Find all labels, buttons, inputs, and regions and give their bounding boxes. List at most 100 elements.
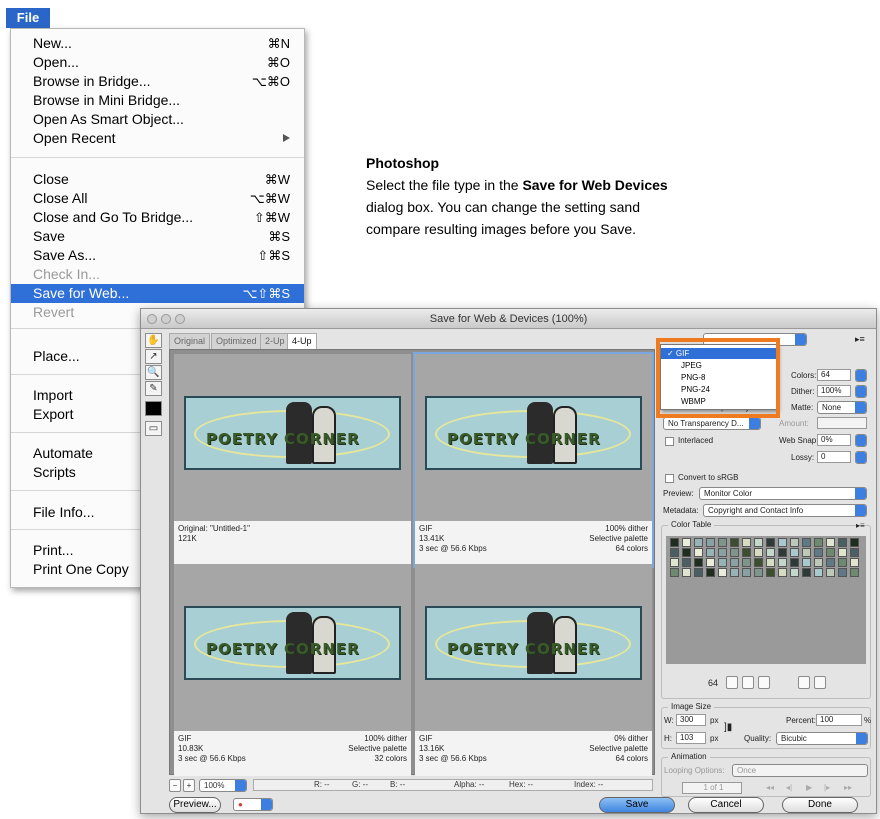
color-swatch[interactable] — [742, 568, 751, 577]
menu-item-close-all[interactable]: Close All ⌥⌘W — [11, 189, 304, 208]
lossy-select[interactable] — [855, 451, 867, 464]
color-swatch[interactable] — [850, 558, 859, 567]
metadata-select[interactable]: Copyright and Contact Info — [703, 504, 867, 517]
eyedropper-tool-icon[interactable]: ✎ — [145, 381, 162, 396]
color-swatch[interactable] — [778, 538, 787, 547]
done-button[interactable]: Done — [782, 797, 858, 813]
tab-original[interactable]: Original — [169, 333, 211, 349]
color-swatch[interactable] — [802, 548, 811, 557]
color-swatch[interactable] — [742, 558, 751, 567]
websnap-select[interactable] — [855, 434, 867, 447]
color-swatch[interactable] — [850, 568, 859, 577]
menu-item-close[interactable]: Close ⌘W — [11, 170, 304, 189]
color-swatch[interactable] — [826, 538, 835, 547]
color-swatch[interactable] — [802, 538, 811, 547]
preview-button[interactable]: Preview... — [169, 797, 221, 813]
color-swatch[interactable] — [742, 538, 751, 547]
menu-item-save-for-web[interactable]: Save for Web... ⌥⇧⌘S — [11, 284, 304, 303]
convert-srgb-checkbox[interactable] — [665, 474, 674, 483]
color-swatch[interactable] — [766, 548, 775, 557]
color-swatch[interactable] — [766, 538, 775, 547]
color-swatch[interactable] — [814, 538, 823, 547]
zoom-in-button[interactable]: + — [183, 779, 195, 792]
color-swatch[interactable] — [790, 558, 799, 567]
eyedropper-color-swatch[interactable] — [145, 401, 162, 416]
height-field[interactable]: 103 — [676, 732, 706, 744]
color-swatch[interactable] — [706, 568, 715, 577]
color-swatch[interactable] — [778, 548, 787, 557]
color-swatch[interactable] — [730, 568, 739, 577]
color-swatch[interactable] — [826, 558, 835, 567]
map-color-icon[interactable] — [726, 676, 738, 689]
file-menu-title[interactable]: File — [6, 8, 50, 28]
color-swatch[interactable] — [670, 568, 679, 577]
minimize-window-icon[interactable] — [161, 314, 171, 324]
color-swatch[interactable] — [670, 558, 679, 567]
color-swatch[interactable] — [790, 548, 799, 557]
tab-optimized[interactable]: Optimized — [211, 333, 262, 349]
websnap-field[interactable]: 0% — [817, 434, 851, 446]
format-option-wbmp[interactable]: WBMP — [661, 396, 777, 407]
color-swatch[interactable] — [754, 548, 763, 557]
file-format-dropdown[interactable]: ✓ GIF JPEG PNG-8 PNG-24 WBMP — [660, 344, 778, 410]
constrain-link-icon[interactable]: ]▮ — [724, 722, 732, 733]
color-swatch[interactable] — [778, 568, 787, 577]
color-swatch[interactable] — [814, 568, 823, 577]
color-swatch[interactable] — [730, 548, 739, 557]
color-swatch[interactable] — [802, 568, 811, 577]
menu-item-save[interactable]: Save ⌘S — [11, 227, 304, 246]
color-swatch[interactable] — [694, 568, 703, 577]
color-swatch[interactable] — [850, 538, 859, 547]
color-swatch[interactable] — [838, 548, 847, 557]
color-swatch[interactable] — [670, 548, 679, 557]
menu-item-browse-in-mini-bridge[interactable]: Browse in Mini Bridge... — [11, 91, 304, 110]
menu-item-new[interactable]: New... ⌘N — [11, 34, 304, 53]
color-table-menu-icon[interactable]: ▸≡ — [856, 521, 865, 530]
color-swatch[interactable] — [694, 538, 703, 547]
toggle-slices-icon[interactable]: ▭ — [145, 421, 162, 436]
preview-pane-original[interactable]: POETRY CORNER Original: "Untitled-1" 121… — [174, 354, 411, 566]
cancel-button[interactable]: Cancel — [688, 797, 764, 813]
transparency-dither-select[interactable]: No Transparency D... — [663, 417, 761, 430]
dither-field[interactable]: 100% — [817, 385, 851, 397]
color-swatch[interactable] — [850, 548, 859, 557]
color-table-swatches[interactable] — [666, 536, 866, 664]
color-swatch[interactable] — [682, 568, 691, 577]
interlaced-checkbox[interactable] — [665, 437, 674, 446]
format-option-gif[interactable]: ✓ GIF — [661, 348, 777, 359]
color-swatch[interactable] — [682, 548, 691, 557]
color-swatch[interactable] — [694, 548, 703, 557]
lock-color-icon[interactable] — [758, 676, 770, 689]
color-swatch[interactable] — [778, 558, 787, 567]
color-swatch[interactable] — [754, 568, 763, 577]
format-option-jpeg[interactable]: JPEG — [661, 360, 777, 371]
width-field[interactable]: 300 — [676, 714, 706, 726]
color-swatch[interactable] — [754, 538, 763, 547]
color-swatch[interactable] — [790, 568, 799, 577]
color-swatch[interactable] — [802, 558, 811, 567]
quality-select[interactable]: Bicubic — [776, 732, 868, 745]
color-swatch[interactable] — [706, 558, 715, 567]
colors-select[interactable] — [855, 369, 867, 382]
color-swatch[interactable] — [706, 548, 715, 557]
dither-select[interactable] — [855, 385, 867, 398]
color-swatch[interactable] — [838, 568, 847, 577]
color-swatch[interactable] — [718, 548, 727, 557]
preview-color-select[interactable]: Monitor Color — [699, 487, 867, 500]
color-swatch[interactable] — [766, 558, 775, 567]
tab-4-up[interactable]: 4-Up — [287, 333, 317, 349]
preview-pane-optimized-1[interactable]: POETRY CORNER GIF 13.41K 3 sec @ 56.6 Kb… — [413, 352, 654, 568]
color-swatch[interactable] — [754, 558, 763, 567]
new-color-icon[interactable] — [798, 676, 810, 689]
format-option-png-24[interactable]: PNG-24 — [661, 384, 777, 395]
color-swatch[interactable] — [790, 538, 799, 547]
color-swatch[interactable] — [826, 548, 835, 557]
color-swatch[interactable] — [718, 558, 727, 567]
menu-item-save-as[interactable]: Save As... ⇧⌘S — [11, 246, 304, 265]
zoom-window-icon[interactable] — [175, 314, 185, 324]
save-button[interactable]: Save — [599, 797, 675, 813]
matte-select[interactable]: None — [817, 401, 867, 414]
hand-tool-icon[interactable]: ✋ — [145, 333, 162, 348]
color-swatch[interactable] — [730, 558, 739, 567]
panel-menu-icon[interactable]: ▸≡ — [855, 334, 865, 345]
